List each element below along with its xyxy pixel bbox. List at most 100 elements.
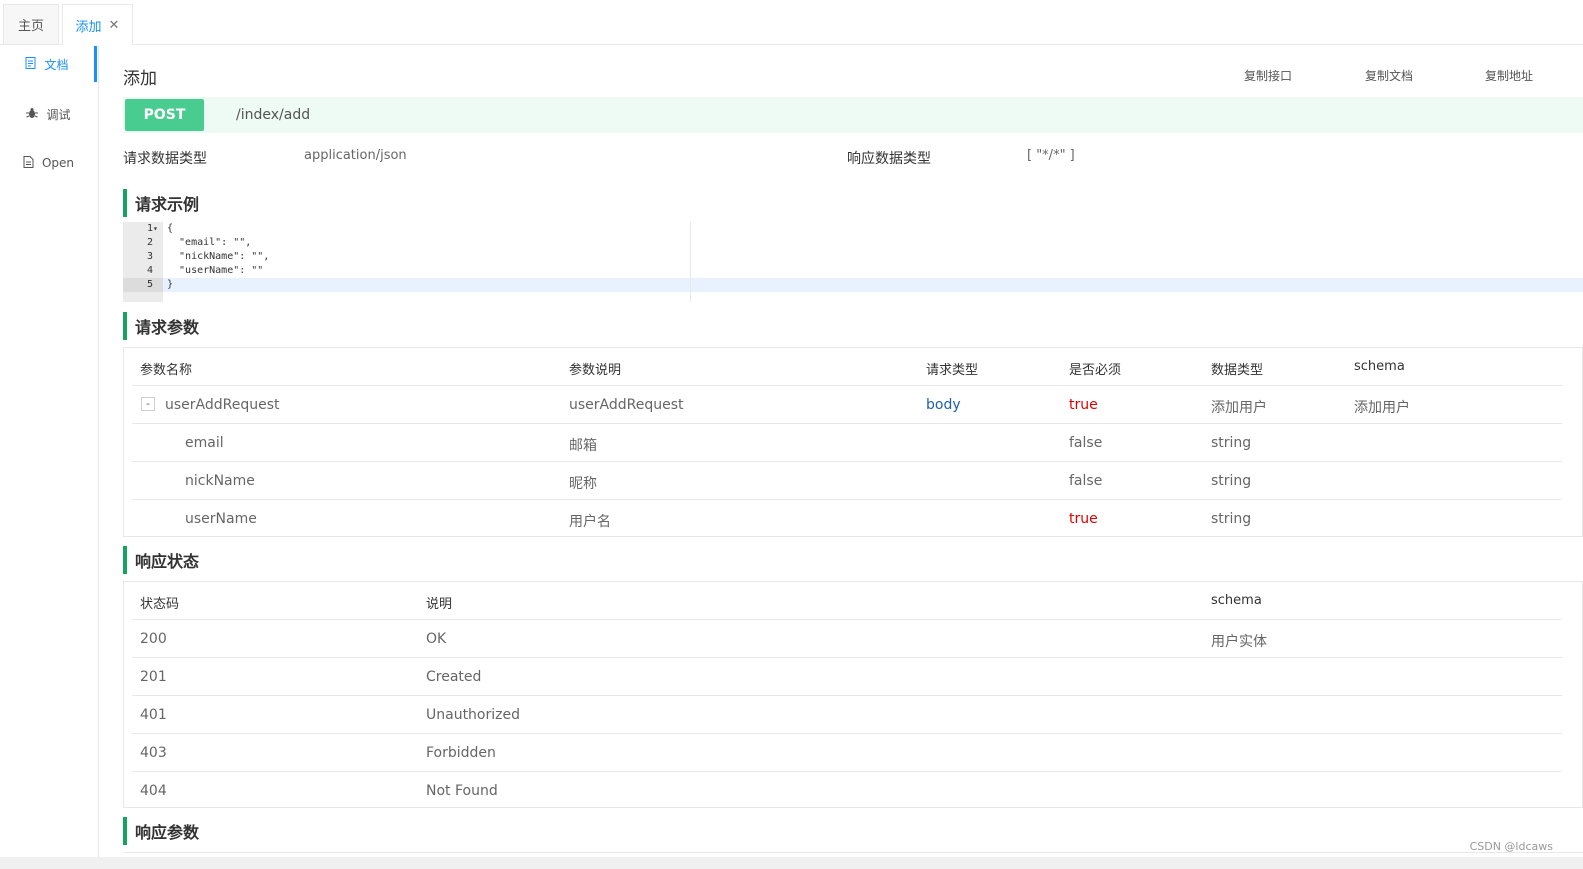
param-required: true	[1069, 397, 1098, 413]
sidebar-item-label: Open	[41, 156, 75, 170]
section-request-params: 请求参数	[123, 312, 199, 340]
section-title-text: 请求示例	[135, 195, 200, 214]
status-desc: Unauthorized	[426, 707, 520, 723]
table-row: 201 Created	[132, 658, 1562, 696]
request-type-label: 请求数据类型	[123, 151, 207, 167]
page-title: 添加	[123, 69, 157, 89]
request-type-value: application/json	[304, 148, 407, 163]
collapse-toggle-icon[interactable]: -	[141, 397, 155, 411]
param-schema[interactable]: 添加用户	[1354, 397, 1410, 417]
header-cell: 请求类型	[926, 363, 979, 378]
status-code: 401	[140, 707, 167, 723]
response-status-table: 状态码 说明 schema 200 OK 用户实体 201 Created 40…	[123, 581, 1583, 808]
param-desc: 昵称	[569, 476, 597, 492]
status-desc: OK	[426, 631, 447, 647]
table-row: 200 OK 用户实体	[132, 620, 1562, 658]
sidebar-item-open[interactable]: Open	[0, 145, 97, 181]
method-badge: POST	[125, 99, 204, 131]
bug-icon	[26, 107, 39, 122]
header-cell: 说明	[426, 597, 453, 612]
table-header-row: 状态码 说明 schema	[132, 582, 1562, 620]
line-number: 5	[123, 278, 163, 292]
line-number: 3	[146, 251, 153, 262]
editor-gutter: 1 ▾ 2 3 4 5	[123, 222, 163, 302]
status-code: 200	[140, 631, 167, 647]
param-required: true	[1069, 511, 1098, 527]
line-number: 4	[146, 265, 153, 276]
code-line: }	[167, 279, 174, 290]
section-response-status: 响应状态	[123, 546, 199, 574]
table-row: 403 Forbidden	[132, 734, 1562, 772]
tab-add[interactable]: 添加 ✕	[62, 4, 133, 45]
table-row: 404 Not Found	[132, 772, 1562, 809]
param-in: body	[926, 397, 961, 413]
param-name: userName	[185, 511, 257, 527]
line-number: 2	[146, 237, 153, 248]
status-code: 403	[140, 745, 167, 761]
param-type: 添加用户	[1211, 400, 1267, 416]
section-title-text: 请求参数	[135, 318, 200, 337]
param-desc: userAddRequest	[569, 397, 684, 413]
current-line-highlight	[163, 278, 1583, 292]
close-icon[interactable]: ✕	[109, 18, 120, 33]
response-type-value: [ "*/*" ]	[1027, 148, 1075, 163]
status-code: 404	[140, 783, 167, 799]
table-row: userName 用户名 true string	[132, 500, 1562, 537]
sidebar-item-docs[interactable]: 文档	[0, 46, 97, 82]
table-row: 401 Unauthorized	[132, 696, 1562, 734]
fold-toggle-icon[interactable]: ▾	[153, 222, 158, 236]
header-cell: 参数名称	[140, 363, 193, 378]
status-desc: Forbidden	[426, 745, 496, 761]
param-type: string	[1211, 511, 1252, 527]
code-line: {	[167, 223, 174, 234]
header-cell: 状态码	[140, 597, 180, 612]
header-cell: 参数说明	[569, 363, 622, 378]
param-desc: 邮箱	[569, 438, 597, 454]
tab-home-label: 主页	[17, 19, 44, 34]
main-content: 添加 复制接口 复制文档 复制地址 POST /index/add 请求数据类型…	[123, 44, 1583, 869]
bottom-strip	[0, 857, 1583, 869]
sidebar-item-label: 调试	[46, 107, 71, 122]
status-code: 201	[140, 669, 167, 685]
response-type-label: 响应数据类型	[847, 151, 931, 167]
section-title-text: 响应参数	[135, 823, 200, 842]
code-editor[interactable]: 1 ▾ 2 3 4 5 { "email": "", "nickName": "…	[123, 222, 1583, 302]
section-request-example: 请求示例	[123, 189, 199, 217]
file-icon	[23, 155, 34, 171]
status-schema[interactable]: 用户实体	[1211, 631, 1267, 651]
header-cell: schema	[1211, 593, 1262, 608]
request-params-table: 参数名称 参数说明 请求类型 是否必须 数据类型 schema - userAd…	[123, 347, 1583, 537]
endpoint-path: /index/add	[236, 107, 311, 123]
code-line: "userName": ""	[167, 265, 264, 276]
copy-url-link[interactable]: 复制地址	[1485, 67, 1533, 84]
sidebar-item-debug[interactable]: 调试	[0, 96, 97, 132]
tab-add-label: 添加	[75, 19, 102, 35]
tab-bar: 主页 添加 ✕	[0, 0, 1583, 45]
status-desc: Created	[426, 669, 482, 685]
code-line: "nickName": "",	[167, 251, 270, 262]
header-cell: 数据类型	[1211, 363, 1264, 378]
table-row: - userAddRequest userAddRequest body tru…	[132, 386, 1562, 424]
param-type: string	[1211, 473, 1252, 489]
watermark: CSDN @ldcaws	[1469, 840, 1553, 853]
param-name: email	[185, 435, 224, 451]
sidebar: 文档 调试 Open	[0, 45, 99, 869]
document-icon	[25, 56, 36, 72]
header-cell: schema	[1354, 359, 1405, 374]
status-desc: Not Found	[426, 783, 498, 799]
copy-doc-link[interactable]: 复制文档	[1365, 67, 1413, 84]
table-header-row: 参数名称 参数说明 请求类型 是否必须 数据类型 schema	[132, 348, 1562, 386]
table-row: nickName 昵称 false string	[132, 462, 1562, 500]
header-cell: 是否必须	[1069, 363, 1122, 378]
section-title-text: 响应状态	[135, 552, 200, 571]
table-row: email 邮箱 false string	[132, 424, 1562, 462]
copy-interface-link[interactable]: 复制接口	[1244, 67, 1292, 84]
code-line: "email": "",	[167, 237, 252, 248]
section-response-params: 响应参数	[123, 817, 199, 845]
tab-home[interactable]: 主页	[3, 4, 59, 44]
param-desc: 用户名	[569, 514, 611, 530]
print-margin	[690, 222, 691, 302]
divider	[123, 852, 1583, 853]
param-required: false	[1069, 435, 1103, 451]
param-name: nickName	[185, 473, 255, 489]
